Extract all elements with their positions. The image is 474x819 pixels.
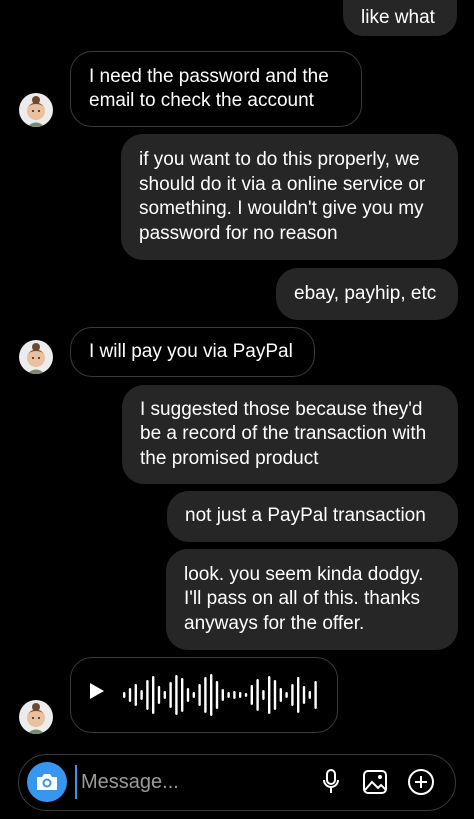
microphone-icon[interactable] [317, 768, 345, 796]
waveform-bar [227, 692, 230, 698]
voice-message[interactable] [70, 657, 338, 733]
message-text: ebay, payhip, etc [294, 282, 437, 304]
play-icon[interactable] [89, 682, 105, 708]
waveform-bar [169, 682, 172, 708]
message-text: if you want to do this properly, we shou… [139, 149, 426, 244]
waveform-bar [302, 686, 306, 704]
waveform-bar [262, 690, 265, 700]
message-bubble-sent[interactable]: ebay, payhip, etc [276, 268, 458, 320]
waveform-bar [146, 680, 149, 710]
waveform-bar [314, 681, 317, 709]
message-text: not just a PayPal transaction [185, 505, 426, 527]
avatar[interactable] [19, 93, 53, 127]
waveform-bar [221, 689, 224, 701]
waveform-bar [239, 692, 242, 698]
message-text: I suggested those because they'd be a re… [140, 398, 427, 469]
waveform-bar [134, 684, 137, 706]
message-bubble-sent[interactable]: I suggested those because they'd be a re… [122, 385, 458, 484]
waveform-bar [250, 685, 253, 705]
message-bubble-sent[interactable]: look. you seem kinda dodgy. I'll pass on… [166, 549, 458, 650]
message-text: like what [361, 6, 435, 28]
waveform-bar [215, 681, 219, 709]
waveform-bar [291, 684, 294, 706]
waveform-bar [273, 680, 277, 710]
message-input[interactable] [75, 765, 301, 799]
waveform-bar [152, 676, 155, 714]
waveform-bar [233, 691, 236, 699]
waveform-bar [186, 688, 190, 702]
message-bubble-sent[interactable]: not just a PayPal transaction [167, 491, 458, 542]
waveform [123, 674, 317, 716]
waveform-bar [308, 691, 311, 699]
camera-icon[interactable] [27, 762, 67, 802]
waveform-bar [163, 691, 166, 699]
message-bubble-received[interactable]: I will pay you via PayPal [70, 327, 315, 377]
avatar[interactable] [19, 340, 53, 374]
waveform-bar [140, 690, 143, 700]
message-text: look. you seem kinda dodgy. I'll pass on… [184, 563, 424, 634]
waveform-bar [244, 693, 248, 697]
waveform-bar [128, 688, 132, 702]
waveform-bar [123, 692, 126, 698]
waveform-bar [256, 679, 259, 711]
avatar[interactable] [19, 700, 53, 734]
waveform-bar [297, 677, 300, 713]
message-bubble-sent[interactable]: like what [343, 0, 457, 36]
waveform-bar [279, 688, 282, 702]
waveform-bar [285, 692, 288, 698]
message-bubble-sent[interactable]: if you want to do this properly, we shou… [121, 134, 458, 260]
waveform-bar [198, 684, 201, 706]
waveform-bar [210, 674, 213, 716]
waveform-bar [157, 686, 161, 704]
message-text: I need the password and the email to che… [89, 65, 329, 112]
waveform-bar [181, 678, 184, 712]
waveform-bar [268, 676, 271, 714]
message-text: I will pay you via PayPal [89, 340, 293, 362]
add-icon[interactable] [407, 768, 435, 796]
gallery-icon[interactable] [361, 768, 389, 796]
waveform-bar [204, 677, 207, 713]
waveform-bar [192, 692, 195, 698]
message-composer [18, 754, 456, 811]
message-bubble-received[interactable]: I need the password and the email to che… [70, 51, 362, 127]
waveform-bar [175, 675, 178, 715]
